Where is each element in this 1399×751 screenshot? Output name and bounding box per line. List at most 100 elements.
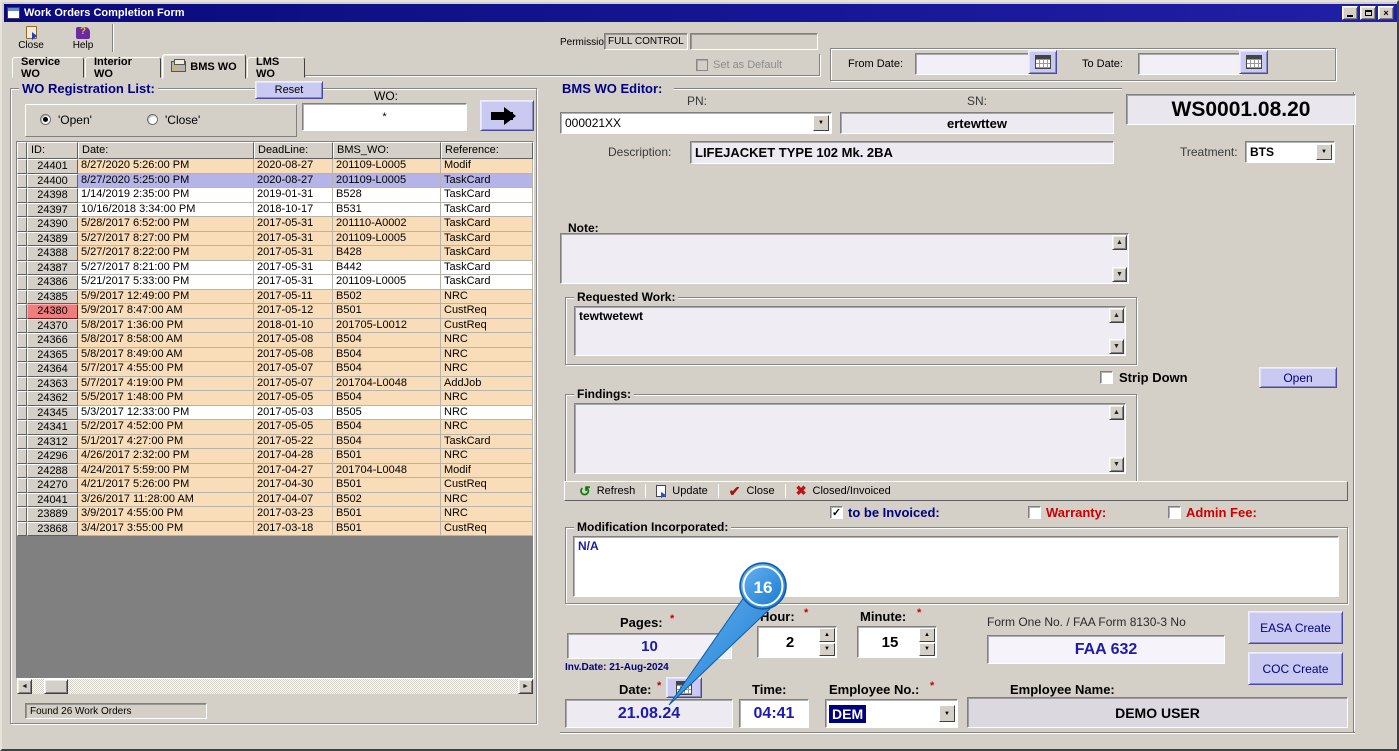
- row-header[interactable]: [17, 261, 27, 276]
- close-window-button[interactable]: ×: [1378, 6, 1394, 20]
- cell-date[interactable]: 1/14/2019 2:35:00 PM: [78, 188, 254, 203]
- note-scrollbar[interactable]: ▲ ▼: [1111, 235, 1127, 282]
- findings-textarea[interactable]: ▲ ▼: [574, 403, 1126, 474]
- table-row[interactable]: 243805/9/2017 8:47:00 AM2017-05-12B501Cu…: [17, 304, 533, 319]
- row-header[interactable]: [17, 290, 27, 305]
- from-date-input[interactable]: [915, 53, 1031, 75]
- cell-id[interactable]: 24341: [27, 420, 78, 435]
- radio-close[interactable]: [147, 114, 158, 125]
- cell-bms-wo[interactable]: B501: [333, 304, 441, 319]
- row-header[interactable]: [17, 159, 27, 174]
- cell-deadline[interactable]: 2017-05-03: [254, 406, 333, 421]
- cell-date[interactable]: 3/9/2017 4:55:00 PM: [78, 507, 254, 522]
- cell-deadline[interactable]: 2017-03-18: [254, 522, 333, 537]
- table-row[interactable]: 242964/26/2017 2:32:00 PM2017-04-28B501N…: [17, 449, 533, 464]
- cell-id[interactable]: 24390: [27, 217, 78, 232]
- cell-deadline[interactable]: 2017-05-05: [254, 391, 333, 406]
- cell-deadline[interactable]: 2017-04-07: [254, 493, 333, 508]
- pn-combobox[interactable]: 000021XX ▼: [560, 112, 832, 134]
- cell-bms-wo[interactable]: B504: [333, 362, 441, 377]
- cell-bms-wo[interactable]: 201704-L0048: [333, 377, 441, 392]
- chevron-down-icon[interactable]: ▼: [1316, 144, 1332, 160]
- cell-deadline[interactable]: 2017-05-31: [254, 275, 333, 290]
- table-row[interactable]: 243125/1/2017 4:27:00 PM2017-05-22B504Ta…: [17, 435, 533, 450]
- to-be-invoiced-checkbox[interactable]: ✓: [830, 506, 843, 519]
- cell-deadline[interactable]: 2017-05-31: [254, 246, 333, 261]
- cell-id[interactable]: 24288: [27, 464, 78, 479]
- table-row[interactable]: 238683/4/2017 3:55:00 PM2017-03-18B501Cu…: [17, 522, 533, 537]
- scroll-up-button[interactable]: ▲: [1112, 235, 1127, 250]
- cell-date[interactable]: 5/27/2017 8:27:00 PM: [78, 232, 254, 247]
- coc-create-button[interactable]: COC Create: [1248, 652, 1343, 685]
- table-row[interactable]: 242704/21/2017 5:26:00 PM2017-04-30B501C…: [17, 478, 533, 493]
- chevron-down-icon[interactable]: ▼: [939, 705, 955, 722]
- row-header[interactable]: [17, 333, 27, 348]
- strip-down-checkbox[interactable]: [1100, 371, 1113, 384]
- cell-reference[interactable]: NRC: [441, 406, 533, 421]
- table-row[interactable]: 243665/8/2017 8:58:00 AM2017-05-08B504NR…: [17, 333, 533, 348]
- cell-bms-wo[interactable]: B505: [333, 406, 441, 421]
- cell-bms-wo[interactable]: B501: [333, 507, 441, 522]
- scroll-down-button[interactable]: ▼: [1112, 267, 1127, 282]
- cell-id[interactable]: 24401: [27, 159, 78, 174]
- cell-id[interactable]: 24380: [27, 304, 78, 319]
- table-row[interactable]: 243655/8/2017 8:49:00 AM2017-05-08B504NR…: [17, 348, 533, 363]
- cell-reference[interactable]: TaskCard: [441, 275, 533, 290]
- cell-bms-wo[interactable]: 201704-L0048: [333, 464, 441, 479]
- cell-reference[interactable]: NRC: [441, 420, 533, 435]
- cell-date[interactable]: 5/1/2017 4:27:00 PM: [78, 435, 254, 450]
- findings-scrollbar[interactable]: ▲ ▼: [1108, 405, 1124, 472]
- cell-reference[interactable]: CustReq: [441, 478, 533, 493]
- cell-date[interactable]: 8/27/2020 5:26:00 PM: [78, 159, 254, 174]
- cell-bms-wo[interactable]: 201110-A0002: [333, 217, 441, 232]
- minute-stepper[interactable]: 15 ▲ ▼: [857, 626, 937, 658]
- cell-id[interactable]: 24041: [27, 493, 78, 508]
- cell-bms-wo[interactable]: 201109-L0005: [333, 275, 441, 290]
- cell-id[interactable]: 24296: [27, 449, 78, 464]
- cell-reference[interactable]: TaskCard: [441, 174, 533, 189]
- table-row[interactable]: 244018/27/2020 5:26:00 PM2020-08-2720110…: [17, 159, 533, 174]
- cell-id[interactable]: 23889: [27, 507, 78, 522]
- cell-reference[interactable]: TaskCard: [441, 246, 533, 261]
- help-button[interactable]: Help: [60, 24, 106, 53]
- cell-bms-wo[interactable]: B531: [333, 203, 441, 218]
- header-reference[interactable]: Reference:: [441, 142, 533, 159]
- cell-bms-wo[interactable]: 201705-L0012: [333, 319, 441, 334]
- sn-field[interactable]: ertewttew: [840, 112, 1114, 134]
- cell-id[interactable]: 24270: [27, 478, 78, 493]
- cell-deadline[interactable]: 2019-01-31: [254, 188, 333, 203]
- wo-input[interactable]: *: [302, 103, 467, 131]
- table-row[interactable]: 244008/27/2020 5:25:00 PM2020-08-2720110…: [17, 174, 533, 189]
- cell-bms-wo[interactable]: B502: [333, 290, 441, 305]
- cell-deadline[interactable]: 2017-05-31: [254, 232, 333, 247]
- cell-bms-wo[interactable]: 201109-L0005: [333, 232, 441, 247]
- cell-date[interactable]: 5/2/2017 4:52:00 PM: [78, 420, 254, 435]
- cell-id[interactable]: 24365: [27, 348, 78, 363]
- cell-deadline[interactable]: 2017-05-11: [254, 290, 333, 305]
- row-header[interactable]: [17, 406, 27, 421]
- scroll-left-button[interactable]: ◄: [17, 679, 32, 694]
- row-header[interactable]: [17, 203, 27, 218]
- date-calendar-button[interactable]: [666, 677, 702, 698]
- closed-invoiced-action[interactable]: ✖ Closed/Invoiced: [786, 482, 901, 500]
- tab-bms-wo[interactable]: BMS WO: [162, 54, 246, 79]
- cell-bms-wo[interactable]: 201109-L0005: [333, 174, 441, 189]
- easa-create-button[interactable]: EASA Create: [1248, 611, 1343, 644]
- cell-id[interactable]: 24385: [27, 290, 78, 305]
- cell-bms-wo[interactable]: B504: [333, 348, 441, 363]
- table-row[interactable]: 2439710/16/2018 3:34:00 PM2018-10-17B531…: [17, 203, 533, 218]
- cell-bms-wo[interactable]: B504: [333, 391, 441, 406]
- cell-id[interactable]: 24364: [27, 362, 78, 377]
- cell-deadline[interactable]: 2018-01-10: [254, 319, 333, 334]
- scroll-right-button[interactable]: ►: [518, 679, 533, 694]
- cell-deadline[interactable]: 2017-05-31: [254, 217, 333, 232]
- header-deadline[interactable]: DeadLine:: [254, 142, 333, 159]
- table-row[interactable]: 238893/9/2017 4:55:00 PM2017-03-23B501NR…: [17, 507, 533, 522]
- hour-stepper[interactable]: 2 ▲ ▼: [757, 626, 837, 658]
- table-row[interactable]: 243875/27/2017 8:21:00 PM2017-05-31B442T…: [17, 261, 533, 276]
- cell-id[interactable]: 24386: [27, 275, 78, 290]
- scroll-up-button[interactable]: ▲: [1109, 308, 1124, 323]
- row-header[interactable]: [17, 362, 27, 377]
- table-row[interactable]: 243625/5/2017 1:48:00 PM2017-05-05B504NR…: [17, 391, 533, 406]
- row-header[interactable]: [17, 391, 27, 406]
